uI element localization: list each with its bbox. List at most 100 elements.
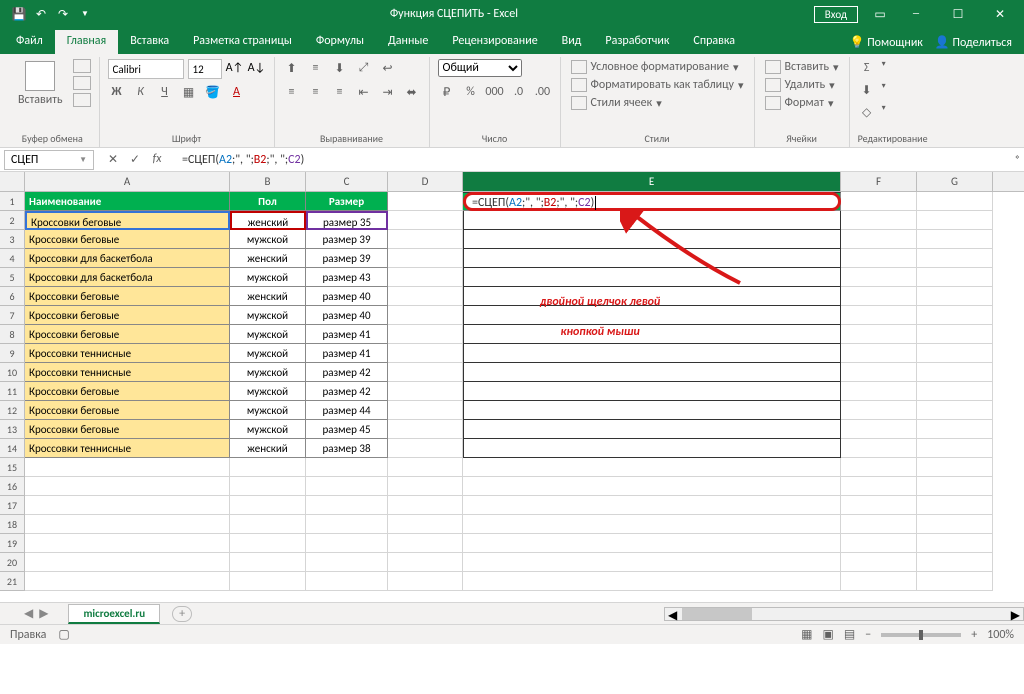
cell[interactable] [388,344,463,363]
row-header[interactable]: 8 [0,325,25,344]
tell-me[interactable]: 💡 Помощник [850,35,923,50]
tab-formulas[interactable]: Формулы [304,30,376,54]
cell[interactable] [917,249,993,268]
cell[interactable] [841,420,917,439]
cell[interactable] [463,439,841,458]
row-header[interactable]: 2 [0,211,25,230]
indent-dec-icon[interactable]: ⇤ [355,83,373,101]
tab-insert[interactable]: Вставка [118,30,181,54]
cell[interactable]: Кроссовки теннисные [25,344,230,363]
cell[interactable] [388,211,463,230]
shrink-font-icon[interactable]: A↓ [248,59,266,77]
cell[interactable]: Кроссовки беговые [25,230,230,249]
cell[interactable]: размер 41 [306,325,388,344]
number-format-select[interactable]: Общий [438,59,522,77]
row-header[interactable]: 1 [0,192,25,211]
cell[interactable] [306,534,388,553]
orientation-icon[interactable]: ⤢ [355,59,373,77]
cell[interactable] [841,534,917,553]
cell[interactable] [917,553,993,572]
minimize-icon[interactable]: ─ [896,1,936,27]
cancel-formula-icon[interactable]: ✕ [106,152,120,167]
cell[interactable]: Кроссовки для баскетбола [25,268,230,287]
share-button[interactable]: 👤 Поделиться [935,35,1012,50]
view-normal-icon[interactable]: ▦ [801,627,812,642]
cell[interactable] [230,553,306,572]
dec-decimal-icon[interactable]: .00 [534,83,552,101]
conditional-formatting-button[interactable]: Условное форматирование ▾ [569,59,741,75]
clear-icon[interactable]: ◇ [858,103,876,121]
row-header[interactable]: 13 [0,420,25,439]
cell[interactable] [463,382,841,401]
cell[interactable]: мужской [230,325,306,344]
cell[interactable]: мужской [230,382,306,401]
percent-icon[interactable]: % [462,83,480,101]
cell[interactable] [25,572,230,591]
cell[interactable] [306,553,388,572]
cell[interactable] [917,477,993,496]
cell[interactable] [230,534,306,553]
login-button[interactable]: Вход [814,6,858,23]
col-header-f[interactable]: F [841,172,917,191]
col-header-b[interactable]: B [230,172,306,191]
cell[interactable] [230,477,306,496]
cell[interactable] [25,534,230,553]
cell[interactable] [917,534,993,553]
cell[interactable]: размер 39 [306,230,388,249]
cell[interactable] [388,230,463,249]
cell[interactable]: размер 42 [306,382,388,401]
cell[interactable] [917,230,993,249]
cell[interactable] [388,477,463,496]
row-header[interactable]: 10 [0,363,25,382]
align-bottom-icon[interactable]: ⬇ [331,59,349,77]
view-pagelayout-icon[interactable]: ▣ [823,627,834,642]
undo-icon[interactable]: ↶ [32,5,50,23]
align-center-icon[interactable]: ≡ [307,83,325,101]
cell[interactable] [841,249,917,268]
close-icon[interactable]: ✕ [980,1,1020,27]
row-header[interactable]: 11 [0,382,25,401]
cell[interactable] [463,515,841,534]
horizontal-scrollbar[interactable]: ◀▶ [664,607,1024,621]
cell[interactable] [841,211,917,230]
font-name-input[interactable] [108,59,184,79]
expand-formula-bar-icon[interactable]: ˅ [1015,153,1020,166]
ribbon-options-icon[interactable]: ▭ [866,1,894,27]
col-header-e[interactable]: E [463,172,841,191]
fill-color-icon[interactable]: 🪣 [204,83,222,101]
format-as-table-button[interactable]: Форматировать как таблицу ▾ [569,77,746,93]
cell[interactable] [230,515,306,534]
cell[interactable] [388,534,463,553]
col-header-a[interactable]: A [25,172,230,191]
cell[interactable] [841,401,917,420]
tab-view[interactable]: Вид [550,30,594,54]
cell[interactable] [841,553,917,572]
col-header-c[interactable]: C [306,172,388,191]
cell[interactable] [917,496,993,515]
zoom-slider[interactable] [881,633,961,637]
cell[interactable]: мужской [230,363,306,382]
cell[interactable] [388,249,463,268]
view-pagebreak-icon[interactable]: ▤ [844,627,855,642]
tab-developer[interactable]: Разработчик [593,30,681,54]
cell[interactable] [388,363,463,382]
cell[interactable] [841,325,917,344]
cell[interactable] [25,458,230,477]
cell[interactable] [841,344,917,363]
cell[interactable] [306,496,388,515]
row-header[interactable]: 3 [0,230,25,249]
cell[interactable]: размер 40 [306,287,388,306]
cell[interactable] [25,515,230,534]
maximize-icon[interactable]: ☐ [938,1,978,27]
cell[interactable] [463,363,841,382]
grow-font-icon[interactable]: A↑ [226,59,244,77]
cell[interactable] [388,287,463,306]
row-header[interactable]: 4 [0,249,25,268]
row-header[interactable]: 6 [0,287,25,306]
cell[interactable] [388,306,463,325]
cell[interactable] [917,344,993,363]
cell[interactable]: женский [230,249,306,268]
qat-dropdown-icon[interactable]: ▼ [76,5,94,23]
row-header[interactable]: 7 [0,306,25,325]
accept-formula-icon[interactable]: ✓ [128,152,142,167]
